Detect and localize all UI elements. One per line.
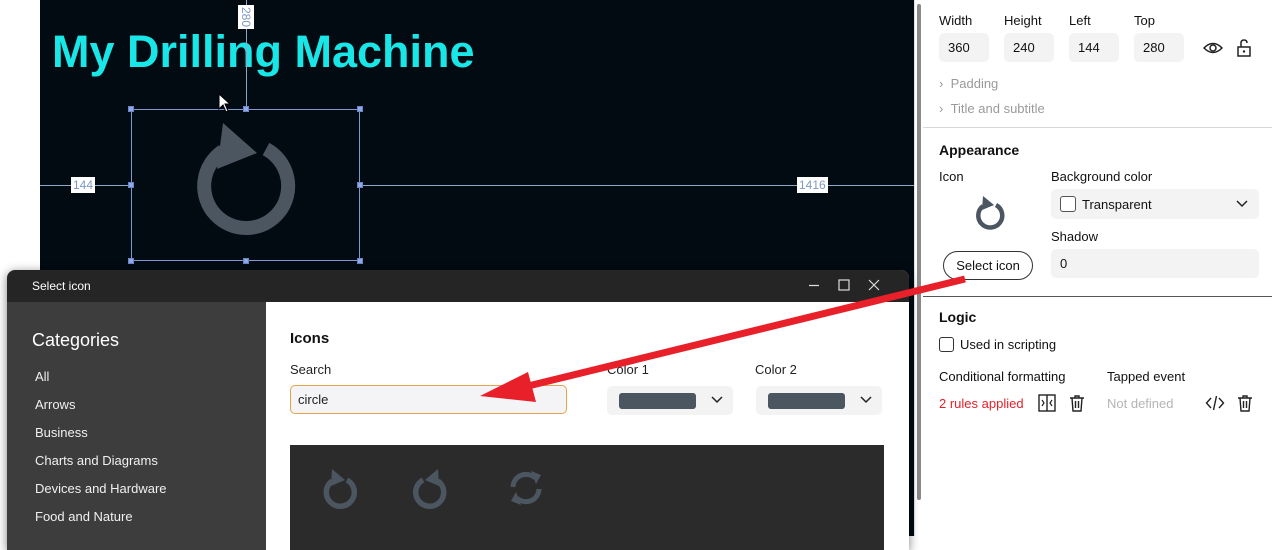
logic-heading: Logic: [939, 309, 977, 325]
resize-handle-n[interactable]: [243, 106, 249, 112]
rotate-left-circle-icon[interactable]: [410, 463, 454, 513]
icon-results-grid: [290, 445, 884, 550]
left-label: Left: [1069, 13, 1091, 28]
resize-handle-e[interactable]: [357, 182, 363, 188]
tapped-event-value: Not defined: [1107, 396, 1174, 411]
color2-select[interactable]: [756, 386, 882, 415]
measure-top: 280: [238, 5, 254, 30]
conditional-formatting-value[interactable]: 2 rules applied: [939, 396, 1024, 411]
rotate-right-circle-icon: [976, 196, 1005, 230]
title-subtitle-expander[interactable]: › Title and subtitle: [939, 101, 1045, 116]
rotate-right-circle-icon[interactable]: [316, 463, 360, 513]
measure-right: 1416: [797, 177, 828, 193]
height-field[interactable]: 240: [1004, 33, 1054, 62]
icons-pane: Icons Search Color 1 Color 2: [266, 302, 909, 550]
rotate-right-circle-icon: [197, 123, 296, 236]
select-icon-button[interactable]: Select icon: [943, 251, 1033, 280]
top-label: Top: [1134, 13, 1155, 28]
color1-label: Color 1: [607, 362, 649, 377]
dialog-title: Select icon: [32, 279, 91, 293]
close-icon[interactable]: [866, 277, 882, 293]
height-label: Height: [1004, 13, 1042, 28]
horizontal-guide-right: [360, 185, 914, 186]
left-field[interactable]: 144: [1069, 33, 1119, 62]
background-color-label: Background color: [1051, 169, 1153, 184]
category-item[interactable]: Charts and Diagrams: [35, 453, 158, 468]
select-icon-dialog: Select icon Categories All Arrows Busine…: [7, 270, 909, 550]
resize-handle-w[interactable]: [128, 182, 134, 188]
canvas-scrollbar[interactable]: [914, 0, 923, 536]
edit-rules-icon[interactable]: [1037, 393, 1057, 413]
used-in-scripting-label: Used in scripting: [960, 337, 1057, 352]
measure-left: 144: [71, 177, 96, 193]
shadow-label: Shadow: [1051, 229, 1098, 244]
resize-handle-ne[interactable]: [357, 106, 363, 112]
color2-swatch: [768, 393, 845, 409]
width-field[interactable]: 360: [939, 33, 989, 62]
dialog-titlebar[interactable]: Select icon: [7, 270, 909, 302]
maximize-icon[interactable]: [836, 277, 852, 293]
used-in-scripting-checkbox[interactable]: [939, 337, 954, 352]
divider: [923, 296, 1272, 297]
icon-label: Icon: [939, 169, 964, 184]
refresh-circle-icon[interactable]: [504, 463, 548, 513]
resize-handle-se[interactable]: [357, 258, 363, 264]
search-label: Search: [290, 362, 332, 377]
category-item[interactable]: All: [35, 369, 49, 384]
code-icon[interactable]: [1205, 393, 1225, 413]
top-field[interactable]: 280: [1134, 33, 1184, 62]
resize-handle-s[interactable]: [243, 258, 249, 264]
minimize-icon[interactable]: [806, 277, 822, 293]
chevron-down-icon: [1236, 200, 1248, 208]
properties-panel: Width Height Left Top 360 240 144 280 › …: [923, 0, 1272, 536]
color2-label: Color 2: [755, 362, 797, 377]
category-item[interactable]: Devices and Hardware: [35, 481, 167, 496]
unlock-icon[interactable]: [1234, 38, 1254, 58]
color-swatch: [1060, 196, 1076, 212]
appearance-heading: Appearance: [939, 142, 1020, 158]
color1-swatch: [619, 393, 696, 409]
category-item[interactable]: Business: [35, 425, 88, 440]
tapped-event-label: Tapped event: [1107, 369, 1186, 384]
chevron-down-icon: [860, 396, 872, 404]
icons-heading: Icons: [290, 330, 330, 347]
mouse-cursor-icon: [218, 93, 232, 113]
search-input[interactable]: [290, 385, 567, 414]
category-item[interactable]: Arrows: [35, 397, 75, 412]
padding-label: Padding: [950, 76, 999, 91]
trash-icon[interactable]: [1235, 393, 1255, 413]
resize-handle-sw[interactable]: [128, 258, 134, 264]
chevron-right-icon: ›: [939, 76, 944, 91]
screen-title[interactable]: My Drilling Machine: [52, 26, 475, 78]
padding-expander[interactable]: › Padding: [939, 76, 998, 91]
categories-pane: Categories All Arrows Business Charts an…: [7, 302, 266, 550]
title-subtitle-label: Title and subtitle: [950, 101, 1045, 116]
background-color-select[interactable]: Transparent: [1051, 189, 1259, 219]
color1-select[interactable]: [607, 386, 733, 415]
category-item[interactable]: Food and Nature: [35, 509, 133, 524]
chevron-down-icon: [711, 396, 723, 404]
trash-icon[interactable]: [1067, 393, 1087, 413]
categories-heading: Categories: [32, 330, 120, 350]
divider: [923, 127, 1272, 128]
eye-icon[interactable]: [1203, 38, 1223, 58]
background-color-value: Transparent: [1082, 197, 1152, 212]
width-label: Width: [939, 13, 973, 28]
selected-icon-element[interactable]: [131, 109, 360, 261]
conditional-formatting-label: Conditional formatting: [939, 369, 1066, 384]
chevron-right-icon: ›: [939, 101, 944, 116]
resize-handle-nw[interactable]: [128, 106, 134, 112]
shadow-field[interactable]: 0: [1051, 249, 1259, 278]
